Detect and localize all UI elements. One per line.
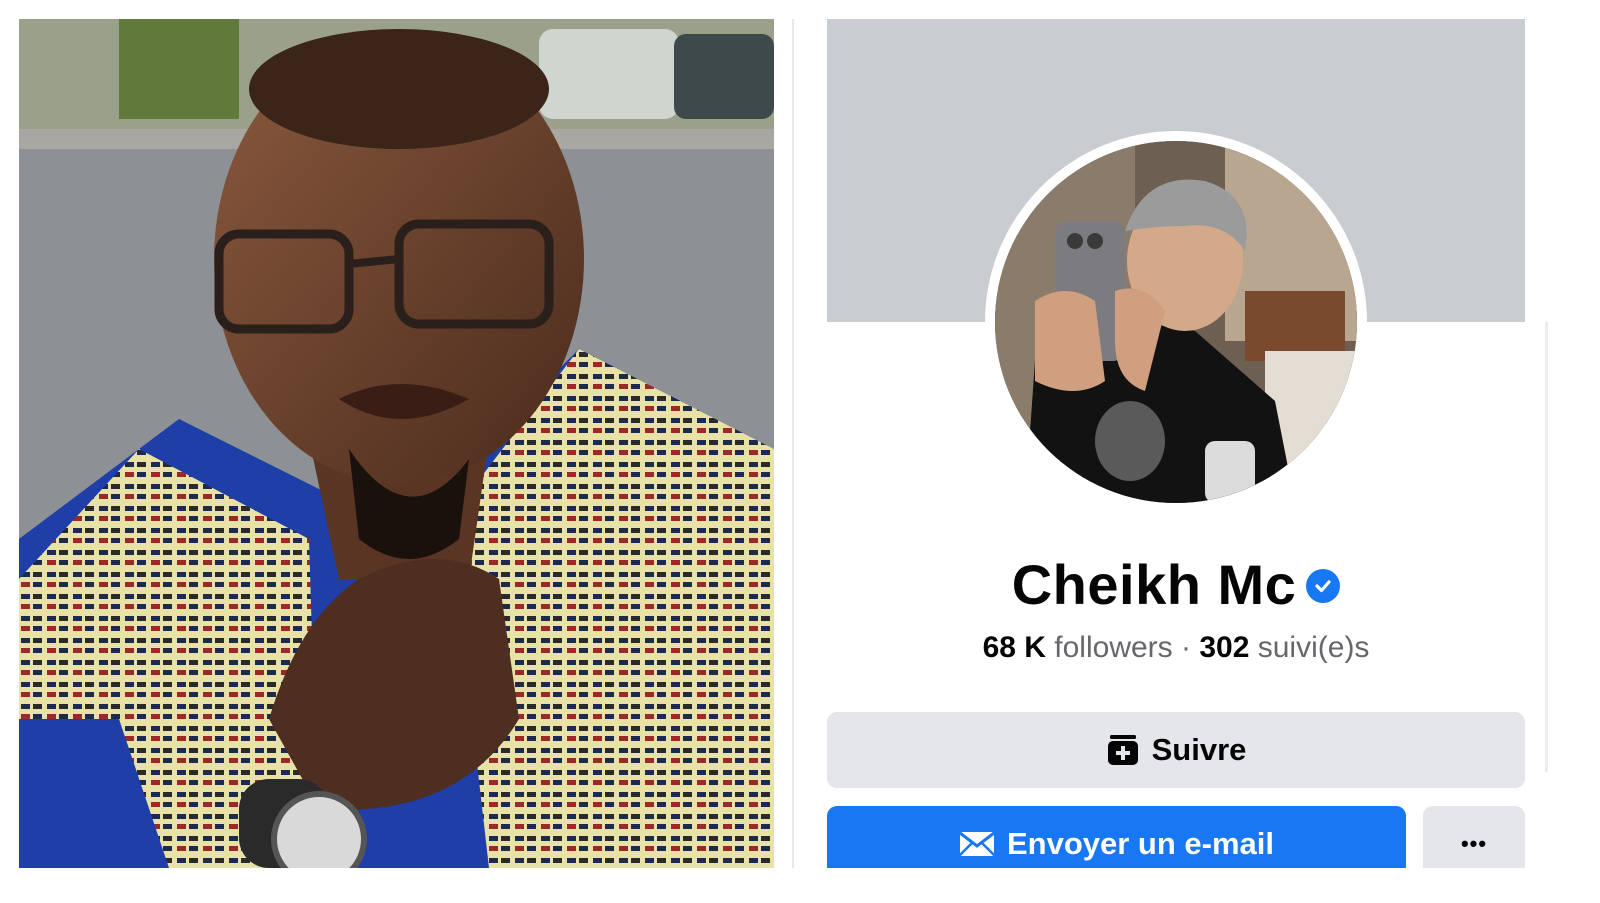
avatar[interactable] bbox=[995, 141, 1357, 503]
following-count[interactable]: 302 bbox=[1199, 631, 1249, 664]
profile-name-row: Cheikh Mc bbox=[827, 551, 1525, 617]
profile-name: Cheikh Mc bbox=[1011, 552, 1297, 616]
following-label[interactable]: suivi(e)s bbox=[1258, 631, 1370, 664]
email-button-label: Envoyer un e-mail bbox=[1006, 826, 1275, 861]
more-options-button[interactable]: ••• bbox=[1423, 806, 1525, 868]
envelope-icon bbox=[959, 830, 995, 858]
stats-separator: · bbox=[1181, 631, 1191, 664]
follow-button[interactable]: Suivre bbox=[827, 712, 1525, 788]
profile-stats: 68 K followers · 302 suivi(e)s bbox=[827, 631, 1525, 671]
right-edge-line bbox=[1545, 322, 1548, 772]
email-button[interactable]: Envoyer un e-mail bbox=[827, 806, 1406, 868]
followers-count[interactable]: 68 K bbox=[983, 631, 1046, 664]
composite-image: Cheikh Mc 68 K followers · 302 suivi(e)s bbox=[0, 0, 1600, 903]
profile-card: Cheikh Mc 68 K followers · 302 suivi(e)s bbox=[827, 19, 1525, 868]
portrait-photo bbox=[19, 19, 774, 868]
verified-badge-icon bbox=[1306, 569, 1341, 603]
image-divider bbox=[792, 19, 794, 868]
add-friend-icon bbox=[1106, 733, 1140, 767]
followers-label[interactable]: followers bbox=[1054, 631, 1172, 664]
more-options-icon: ••• bbox=[1460, 831, 1488, 856]
follow-button-label: Suivre bbox=[1151, 732, 1247, 767]
